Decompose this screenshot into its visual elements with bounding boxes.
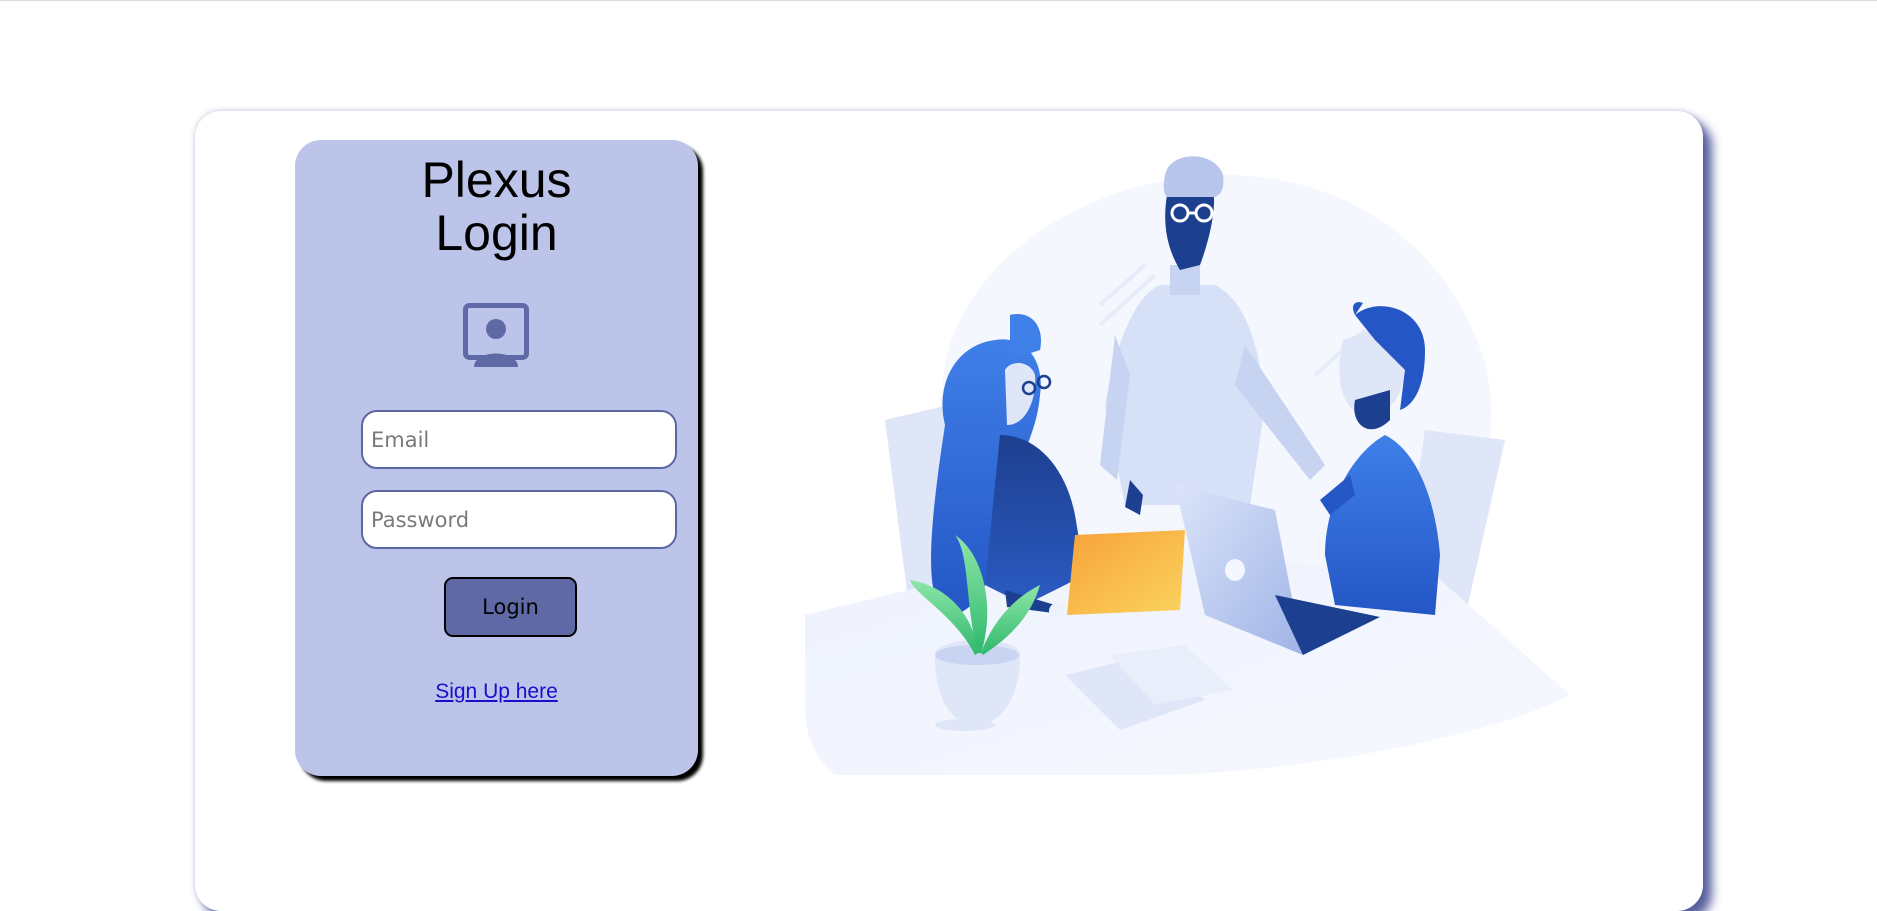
login-title-line-1: Plexus xyxy=(421,152,572,208)
email-field[interactable] xyxy=(361,410,677,469)
login-title: Plexus Login xyxy=(295,154,698,260)
team-meeting-illustration xyxy=(805,156,1570,775)
user-portrait-icon xyxy=(463,303,529,367)
login-button[interactable]: Login xyxy=(444,577,577,637)
password-field[interactable] xyxy=(361,490,677,549)
login-panel: Plexus Login Login Sign Up here xyxy=(295,140,698,776)
login-title-line-2: Login xyxy=(435,205,558,261)
top-divider xyxy=(0,0,1877,1)
page-card: Plexus Login Login Sign Up here xyxy=(195,111,1703,911)
signup-link[interactable]: Sign Up here xyxy=(295,680,698,704)
